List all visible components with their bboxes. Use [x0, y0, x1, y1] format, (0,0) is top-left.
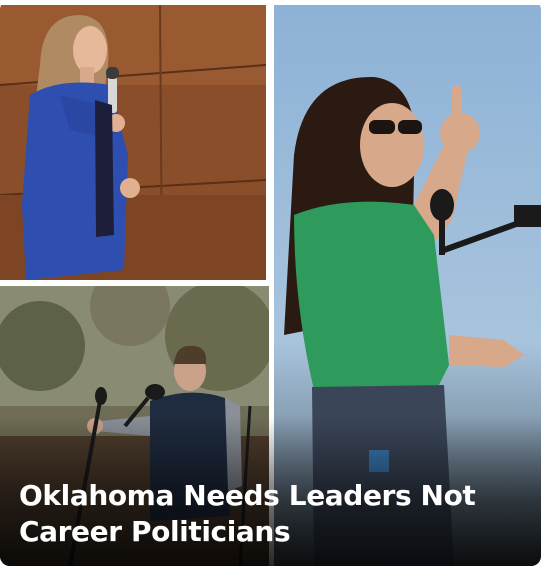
- photo-woman-blue-suit[interactable]: [0, 5, 266, 280]
- post-card[interactable]: Oklahoma Needs Leaders Not Career Politi…: [0, 0, 541, 566]
- photo-woman-blue-suit-image: [0, 5, 266, 280]
- post-headline[interactable]: Oklahoma Needs Leaders Not Career Politi…: [19, 478, 519, 550]
